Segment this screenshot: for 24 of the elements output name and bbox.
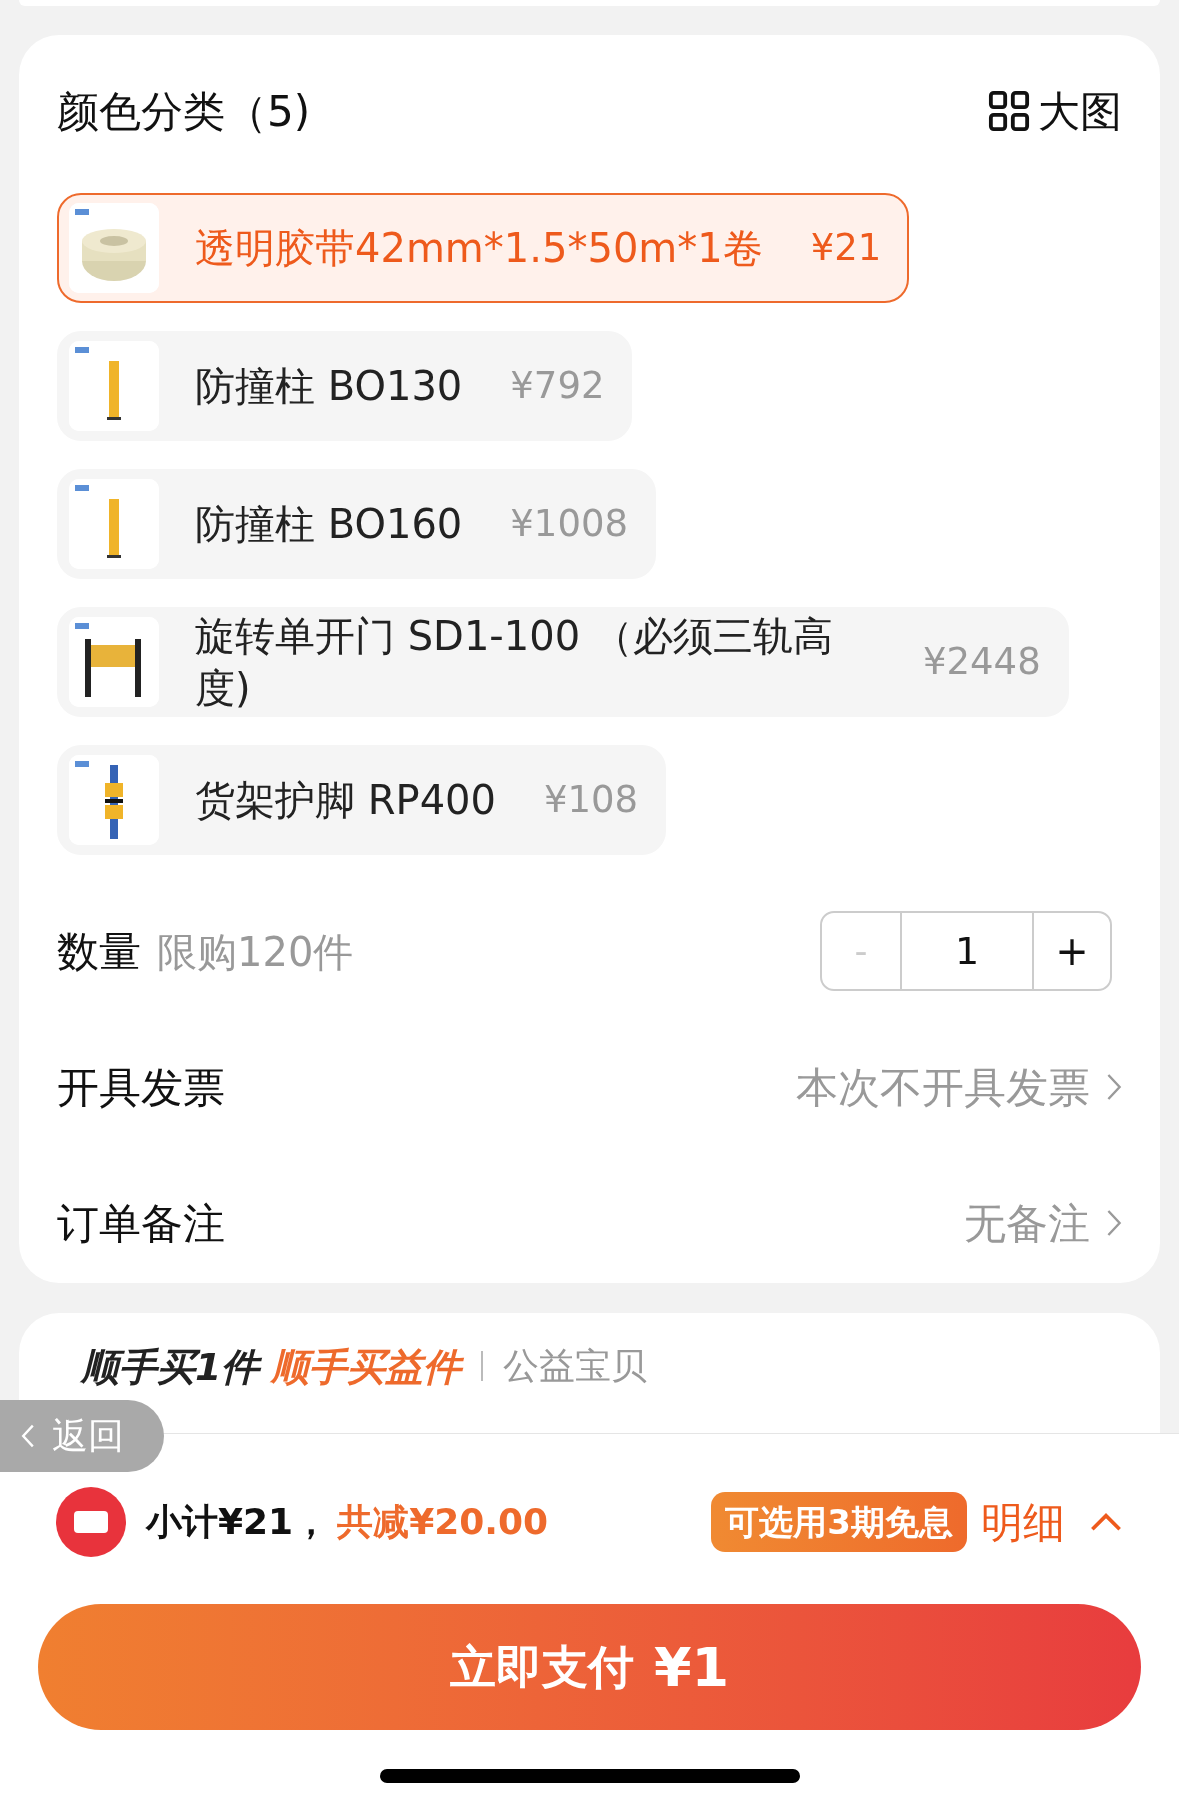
purchase-limit: 限购120件	[157, 927, 354, 977]
chevron-left-icon	[20, 1422, 36, 1450]
large-view-toggle[interactable]: 大图	[988, 79, 1122, 143]
grid-icon	[988, 90, 1030, 132]
coupon-icon	[56, 1487, 126, 1557]
chevron-up-icon	[1089, 1512, 1123, 1532]
option-chip[interactable]: 防撞柱 BO130 ¥792	[57, 331, 633, 441]
row-label: 开具发票	[57, 1061, 225, 1114]
option-chip[interactable]: 旋转单开门 SD1-100 （必须三轨高度) ¥2448	[57, 607, 1069, 717]
chevron-right-icon	[1106, 1208, 1122, 1238]
increment-button[interactable]: +	[1034, 913, 1110, 989]
installment-badge: 可选用3期免息	[711, 1492, 967, 1552]
row-label: 订单备注	[57, 1197, 225, 1250]
addon-highlight: 顺手买益件	[271, 1344, 462, 1391]
subtotal: 小计¥21，	[146, 1500, 330, 1544]
addon-title: 顺手买1件	[81, 1344, 260, 1391]
addon-tag: 公益宝贝	[503, 1339, 648, 1393]
section-title: 颜色分类（5)	[57, 85, 311, 138]
chevron-right-icon	[1106, 1072, 1122, 1102]
quantity-value[interactable]: 1	[900, 913, 1034, 989]
option-chip[interactable]: 货架护脚 RP400 ¥108	[57, 745, 667, 855]
option-chip[interactable]: 防撞柱 BO160 ¥1008	[57, 469, 656, 579]
discount-total: 共减¥20.00	[337, 1500, 549, 1544]
quantity-label: 数量	[57, 925, 141, 978]
